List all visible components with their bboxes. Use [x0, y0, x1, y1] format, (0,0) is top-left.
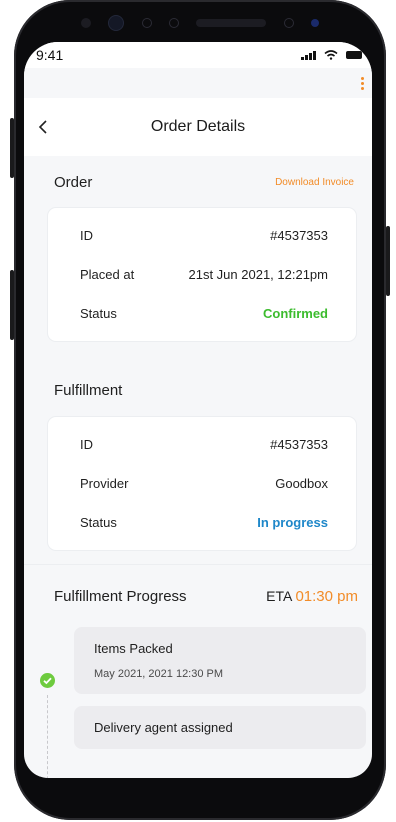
order-placed-row: Placed at 21st Jun 2021, 12:21pm [80, 255, 328, 294]
row-value: #4537353 [270, 437, 328, 452]
side-button-right [386, 226, 390, 296]
fulfillment-section-title: Fulfillment [54, 382, 123, 399]
check-icon [40, 673, 55, 688]
timeline-connector [47, 695, 48, 778]
sensor-ring-icon [283, 18, 294, 28]
screen: 9:41 Order Details Order Download Invoic… [24, 42, 372, 778]
eta-time: 01:30 pm [295, 587, 358, 605]
row-label: ID [80, 228, 93, 243]
status-badge: Confirmed [263, 306, 328, 321]
status-time: 9:41 [36, 47, 64, 63]
fulfillment-card: ID #4537353 Provider Goodbox Status In p… [48, 417, 356, 550]
order-section-header: Order Download Invoice [24, 156, 372, 208]
eta-label: ETA [266, 587, 292, 604]
download-invoice-link[interactable]: Download Invoice [275, 177, 354, 188]
order-id-row: ID #4537353 [80, 216, 328, 255]
progress-header: Fulfillment Progress ETA 01:30 pm [24, 564, 372, 627]
status-bar: 9:41 [24, 42, 372, 68]
signal-icon [301, 50, 316, 60]
fulfillment-section-header: Fulfillment [24, 341, 372, 417]
row-label: Provider [80, 476, 129, 491]
row-value: #4537353 [270, 228, 328, 243]
order-section-title: Order [54, 173, 93, 191]
row-value: 21st Jun 2021, 12:21pm [188, 267, 329, 282]
phone-frame: 9:41 Order Details Order Download Invoic… [10, 0, 390, 820]
more-options-icon[interactable] [361, 76, 364, 90]
battery-icon [346, 51, 362, 59]
back-arrow-icon[interactable] [36, 119, 52, 135]
progress-timeline: Items Packed May 2021, 2021 12:30 PM Del… [24, 627, 372, 778]
step-time: May 2021, 2021 12:30 PM [94, 668, 224, 680]
side-button-left-1 [10, 118, 14, 178]
fulfillment-progress-section: Fulfillment Progress ETA 01:30 pm Items … [24, 564, 372, 778]
wifi-icon [324, 50, 338, 60]
status-icons [301, 50, 362, 60]
sensor-icon [81, 18, 91, 28]
timeline-step: Items Packed May 2021, 2021 12:30 PM [74, 627, 366, 694]
app-header: Order Details [24, 98, 372, 156]
status-badge: In progress [257, 515, 328, 530]
order-card: ID #4537353 Placed at 21st Jun 2021, 12:… [48, 208, 356, 341]
camera-icon [108, 15, 125, 31]
page-title: Order Details [150, 118, 246, 135]
row-value: Goodbox [275, 476, 328, 491]
sensor-ring-icon [141, 18, 152, 28]
step-title: Items Packed [94, 641, 173, 656]
speaker-grille [196, 19, 267, 27]
eta: ETA 01:30 pm [266, 588, 358, 605]
timeline-step: Delivery agent assigned [74, 706, 366, 749]
step-title: Delivery agent assigned [94, 720, 233, 735]
row-label: Placed at [80, 267, 135, 282]
fulfillment-status-row: Status In progress [80, 503, 328, 542]
sensor-ring-icon [168, 18, 179, 28]
front-camera-icon [310, 19, 319, 27]
fulfillment-id-row: ID #4537353 [80, 425, 328, 464]
row-label: Status [80, 515, 117, 530]
row-label: Status [80, 306, 117, 321]
fulfillment-provider-row: Provider Goodbox [80, 464, 328, 503]
top-bezel [75, 6, 325, 40]
top-action-bar [24, 68, 372, 98]
order-status-row: Status Confirmed [80, 294, 328, 333]
side-button-left-2 [10, 270, 14, 340]
row-label: ID [80, 437, 93, 452]
progress-section-title: Fulfillment Progress [54, 587, 187, 605]
